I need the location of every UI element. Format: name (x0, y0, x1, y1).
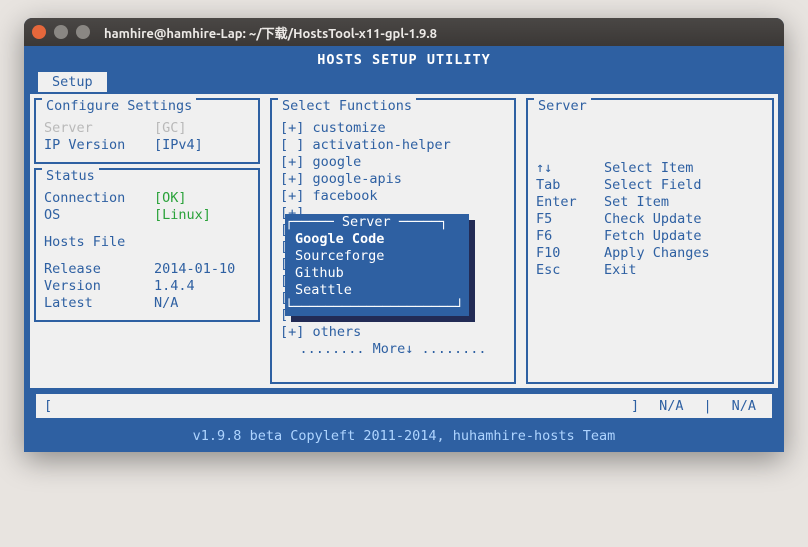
key-row: F10Apply Changes (536, 245, 764, 262)
key-d: Exit (604, 262, 637, 279)
panel-status-title: Status (42, 168, 99, 184)
hosts-release-value: 2014-01-10 (154, 261, 235, 278)
key-help: ↑↓Select Item TabSelect Field EnterSet I… (536, 160, 764, 279)
tab-setup[interactable]: Setup (38, 72, 107, 92)
status-os-value: [Linux] (154, 207, 211, 224)
status-bar: [ ] N/A | N/A (34, 392, 774, 420)
key-d: Check Update (604, 211, 702, 228)
key-row: F6Fetch Update (536, 228, 764, 245)
key-k: F5 (536, 211, 604, 228)
popup-option-google-code[interactable]: Google Code (285, 231, 469, 248)
configure-ipver-value: [IPv4] (154, 137, 203, 154)
key-row: EscExit (536, 262, 764, 279)
spacer (44, 251, 250, 261)
popup-option-sourceforge[interactable]: Sourceforge (285, 248, 469, 265)
key-row: ↑↓Select Item (536, 160, 764, 177)
hosts-latest-row: Latest N/A (44, 295, 250, 312)
func-item[interactable]: [+] google-apis (280, 171, 506, 188)
key-d: Fetch Update (604, 228, 702, 245)
hosts-version-row: Version 1.4.4 (44, 278, 250, 295)
func-item[interactable]: [+] google (280, 154, 506, 171)
window-maximize-icon[interactable] (76, 25, 90, 39)
key-row: EnterSet Item (536, 194, 764, 211)
statusbar-value-2: N/A (732, 398, 756, 414)
popup-option-github[interactable]: Github (285, 265, 469, 282)
statusbar-left-bracket: [ (44, 398, 52, 414)
app-title: HOSTS SETUP UTILITY (30, 50, 778, 72)
key-row: TabSelect Field (536, 177, 764, 194)
hosts-file-subtitle: Hosts File (44, 234, 250, 251)
panel-functions-title: Select Functions (278, 98, 416, 114)
left-column: Configure Settings Server [GC] IP Versio… (32, 94, 262, 388)
key-k: Tab (536, 177, 604, 194)
configure-ipver-row[interactable]: IP Version [IPv4] (44, 137, 250, 154)
key-row: F5Check Update (536, 211, 764, 228)
statusbar-right-bracket: ] (631, 398, 639, 414)
window-title: hamhire@hamhire-Lap: ~/下载/HostsTool-x11-… (104, 23, 437, 42)
key-k: Esc (536, 262, 604, 279)
status-os-row: OS [Linux] (44, 207, 250, 224)
panel-status: Status Connection [OK] OS [Linux] Hosts … (34, 168, 260, 322)
func-item-label: google-apis (313, 171, 402, 187)
hosts-latest-label: Latest (44, 295, 154, 312)
tab-row: Setup (30, 72, 778, 94)
workarea: Configure Settings Server [GC] IP Versio… (30, 94, 778, 388)
configure-ipver-label: IP Version (44, 137, 154, 154)
func-item[interactable]: [+] customize (280, 120, 506, 137)
key-d: Select Item (604, 160, 693, 177)
key-k: ↑↓ (536, 160, 604, 177)
hosts-latest-value: N/A (154, 295, 178, 312)
window-minimize-icon[interactable] (54, 25, 68, 39)
key-k: F6 (536, 228, 604, 245)
configure-server-value: [GC] (154, 120, 187, 137)
hosts-release-label: Release (44, 261, 154, 278)
window-close-icon[interactable] (32, 25, 46, 39)
key-k: Enter (536, 194, 604, 211)
panel-server: Server ↑↓Select Item TabSelect Field Ent… (526, 98, 774, 384)
func-item-label: google (313, 154, 362, 170)
spacer (44, 224, 250, 234)
hosts-version-value: 1.4.4 (154, 278, 195, 295)
func-item[interactable]: [ ] activation-helper (280, 137, 506, 154)
window-titlebar: hamhire@hamhire-Lap: ~/下载/HostsTool-x11-… (24, 18, 784, 46)
key-d: Set Item (604, 194, 669, 211)
func-item-label: facebook (313, 188, 378, 204)
configure-server-row[interactable]: Server [GC] (44, 120, 250, 137)
popup-border-top: ┌───── Server ─────┐ (285, 214, 469, 231)
hosts-release-row: Release 2014-01-10 (44, 261, 250, 278)
server-select-popup[interactable]: ┌───── Server ─────┐ Google Code Sourcef… (285, 214, 469, 316)
status-conn-value: [OK] (154, 190, 187, 207)
hosts-version-label: Version (44, 278, 154, 295)
popup-option-seattle[interactable]: Seattle (285, 282, 469, 299)
panel-configure-title: Configure Settings (42, 98, 196, 114)
func-item[interactable]: [+] others (280, 324, 506, 341)
right-column: Server ↑↓Select Item TabSelect Field Ent… (524, 94, 776, 388)
footer: v1.9.8 beta Copyleft 2011-2014, huhamhir… (30, 424, 778, 452)
panel-configure: Configure Settings Server [GC] IP Versio… (34, 98, 260, 164)
status-conn-row: Connection [OK] (44, 190, 250, 207)
terminal-window: hamhire@hamhire-Lap: ~/下载/HostsTool-x11-… (24, 18, 784, 452)
popup-title: Server (342, 214, 391, 230)
func-item-label: activation-helper (313, 137, 451, 153)
key-d: Select Field (604, 177, 702, 194)
status-conn-label: Connection (44, 190, 154, 207)
func-item-label: customize (313, 120, 386, 136)
status-os-label: OS (44, 207, 154, 224)
key-k: F10 (536, 245, 604, 262)
statusbar-value-1: N/A (659, 398, 683, 414)
panel-server-title: Server (534, 98, 591, 114)
statusbar-sep: | (703, 398, 711, 414)
terminal-body: HOSTS SETUP UTILITY Setup Configure Sett… (24, 46, 784, 452)
func-item-label: others (313, 324, 362, 340)
func-item[interactable]: [+] facebook (280, 188, 506, 205)
key-d: Apply Changes (604, 245, 710, 262)
func-more-indicator[interactable]: ........ More↓ ........ (280, 341, 506, 358)
configure-server-label: Server (44, 120, 154, 137)
popup-border-bottom: └────────────────────┘ (285, 299, 469, 316)
